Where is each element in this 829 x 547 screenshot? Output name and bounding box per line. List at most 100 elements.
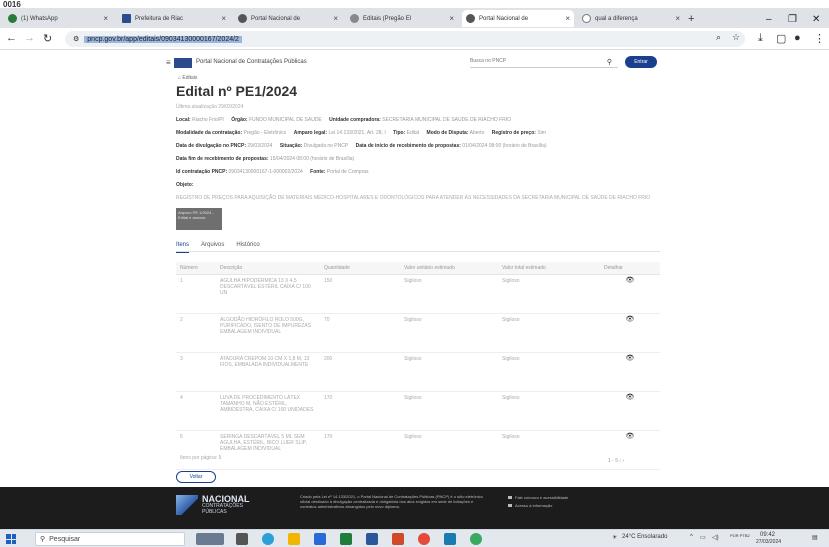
last-update-text: Última atualização 29/03/2024: [176, 104, 244, 110]
outlook-icon[interactable]: [444, 533, 456, 545]
task-view-icon[interactable]: [236, 533, 248, 545]
browser-tab[interactable]: qual a diferença ×: [578, 10, 684, 27]
close-icon[interactable]: ×: [221, 14, 226, 23]
objeto-label-row: Objeto:: [176, 182, 194, 188]
mail-icon: [508, 496, 512, 499]
detail-eye-icon[interactable]: 👁: [600, 391, 660, 431]
close-icon[interactable]: ×: [565, 14, 570, 23]
profile-avatar-icon[interactable]: ●: [794, 32, 801, 44]
tray-chevron-icon[interactable]: ^: [690, 534, 693, 540]
column-header[interactable]: Número: [176, 262, 216, 275]
address-bar-url[interactable]: pncp.gov.br/app/editais/09034130000167/2…: [84, 35, 242, 43]
weather-sun-icon[interactable]: ☀: [612, 534, 617, 541]
close-icon[interactable]: ×: [449, 14, 454, 23]
home-icon[interactable]: ⌂: [178, 75, 181, 81]
document-card[interactable]: Arquivo PE 1/2024 - Edital e anexos: [176, 208, 222, 230]
store-icon[interactable]: [314, 533, 326, 545]
cell: Sigiloso: [400, 313, 498, 353]
taskbar-search-placeholder: Pesquisar: [49, 535, 81, 543]
browser-tab[interactable]: Prefeitura de Riac ×: [118, 10, 230, 27]
network-icon[interactable]: ▭: [700, 534, 706, 541]
powerpoint-icon[interactable]: [392, 533, 404, 545]
word-icon[interactable]: [366, 533, 378, 545]
pncp-logo[interactable]: [174, 58, 192, 68]
breadcrumb[interactable]: ⌂ Editais: [178, 75, 197, 81]
login-button[interactable]: Entrar: [625, 56, 657, 68]
column-header[interactable]: Valor total estimado: [498, 262, 600, 275]
footer-link[interactable]: Acesso à informação: [515, 503, 552, 508]
browser-tab[interactable]: Portal Nacional de ×: [234, 10, 342, 27]
back-button[interactable]: Voltar: [176, 471, 216, 483]
volume-icon[interactable]: ◁): [712, 534, 719, 541]
cell: Sigiloso: [400, 274, 498, 314]
footer-brand: NACIONAL CONTRATAÇÕES PÚBLICAS: [202, 495, 250, 516]
edge-icon[interactable]: [262, 533, 274, 545]
close-icon[interactable]: ×: [333, 14, 338, 23]
column-header[interactable]: Detalhar: [600, 262, 660, 275]
file-explorer-icon[interactable]: [288, 533, 300, 545]
detail-eye-icon[interactable]: 👁: [600, 274, 660, 314]
bookmark-star-icon[interactable]: ☆: [732, 32, 740, 43]
info-row: Id contratação PNCP: 09034130000167-1-00…: [176, 169, 375, 175]
minimize-icon[interactable]: –: [766, 14, 772, 25]
maximize-icon[interactable]: ❐: [788, 14, 797, 25]
excel-icon[interactable]: [340, 533, 352, 545]
column-header[interactable]: Descrição: [216, 262, 320, 275]
reload-icon[interactable]: ↻: [43, 32, 52, 45]
search-icon[interactable]: ⚲: [607, 58, 612, 66]
browser-tab[interactable]: Editais (Pregão El ×: [346, 10, 458, 27]
field-label: Registro de preço:: [491, 130, 536, 136]
field-value: 29/03/2024: [247, 143, 273, 149]
address-bar[interactable]: ⚙ pncp.gov.br/app/editais/09034130000167…: [65, 31, 745, 47]
field-value: 15/04/2024 08:00 (horário de Brasília): [269, 156, 355, 162]
google-icon: [582, 14, 591, 23]
back-arrow-icon[interactable]: ←: [6, 32, 17, 44]
column-header[interactable]: Valor unitário estimado: [400, 262, 498, 275]
taskbar-search-input[interactable]: ⚲ Pesquisar: [35, 532, 185, 546]
widget-thumbnail-icon[interactable]: [196, 533, 224, 545]
new-tab-button[interactable]: +: [688, 13, 694, 25]
windows-start-icon[interactable]: [6, 534, 16, 544]
notification-icon[interactable]: ▤: [812, 534, 818, 541]
menu-kebab-icon[interactable]: ⋮: [814, 32, 825, 45]
field-label: Situação:: [279, 143, 303, 149]
detail-eye-icon[interactable]: 👁: [600, 313, 660, 353]
sidepanel-icon[interactable]: ▢: [776, 32, 786, 45]
weather-text[interactable]: 24°C Ensolarado: [622, 534, 667, 540]
detail-eye-icon[interactable]: 👁: [600, 352, 660, 392]
field-value: SECRETARIA MUNICIPAL DE SAUDE DE RIACHO …: [382, 117, 512, 123]
field-value: 09034130000167-1-000002/2024: [228, 169, 303, 175]
page-content: ≡ Portal Nacional de Contratações Públic…: [0, 50, 829, 487]
whatsapp-icon[interactable]: [470, 533, 482, 545]
pager-size[interactable]: Itens por página: 5: [180, 455, 221, 461]
window-close-icon[interactable]: ✕: [812, 14, 820, 25]
browser-tab-label: Prefeitura de Riac: [135, 15, 184, 22]
items-table: Número Descrição Quantidade Valor unitár…: [176, 262, 660, 470]
clock-date[interactable]: 27/03/2024: [756, 539, 781, 545]
footer-link[interactable]: Fale conosco e acessibilidade: [515, 495, 568, 500]
pagination[interactable]: 1 - 5 ‹ ›: [608, 458, 624, 464]
site-info-icon[interactable]: ⚙: [73, 35, 79, 43]
browser-tab[interactable]: (1) WhatsApp ×: [4, 10, 112, 27]
cell: Sigiloso: [498, 313, 600, 353]
page-title: Edital nº PE1/2024: [176, 83, 298, 99]
chrome-icon[interactable]: [418, 533, 430, 545]
close-icon[interactable]: ×: [675, 14, 680, 23]
download-icon[interactable]: ⤓: [758, 32, 763, 45]
zoom-icon[interactable]: ⌕: [716, 32, 721, 43]
cell: ATADURA CREPOM 10 CM X 1,8 M, 13 FIOS, E…: [216, 352, 320, 392]
cell: LUVA DE PROCEDIMENTO LÁTEX TAMANHO M, NÃ…: [216, 391, 320, 431]
forward-arrow-icon[interactable]: →: [24, 32, 35, 44]
browser-tab-label: qual a diferença: [595, 15, 638, 22]
site-title[interactable]: Portal Nacional de Contratações Públicas: [196, 59, 307, 65]
site-search-input[interactable]: Busca no PNCP ⚲: [470, 58, 618, 68]
windows-taskbar: ⚲ Pesquisar ☀ 24°C Ensolarado ^ ▭ ◁) POR…: [0, 529, 829, 547]
column-header[interactable]: Quantidade: [320, 262, 400, 275]
cell: AGULHA HIPODÉRMICA 13 X 4,5 DESCARTÁVEL …: [216, 274, 320, 314]
breadcrumb-item[interactable]: Editais: [182, 75, 197, 81]
browser-tab-active[interactable]: Portal Nacional de ×: [462, 10, 574, 27]
clock-time[interactable]: 09:42: [760, 532, 775, 538]
language-indicator[interactable]: POR PTB2: [730, 533, 754, 538]
hamburger-menu-icon[interactable]: ≡: [166, 58, 171, 67]
close-icon[interactable]: ×: [103, 14, 108, 23]
